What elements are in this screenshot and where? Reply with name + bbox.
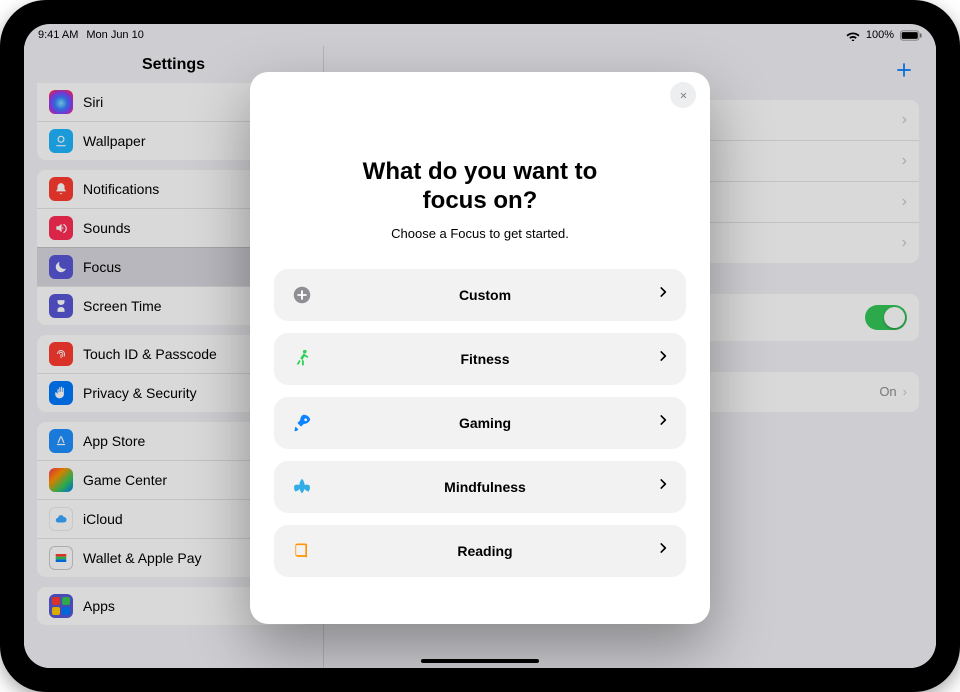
close-button[interactable] xyxy=(670,82,696,108)
modal-title-line2: focus on? xyxy=(423,187,538,214)
chevron-right-icon xyxy=(656,477,670,496)
focus-option-label: Gaming xyxy=(326,415,644,431)
screen: 9:41 AM Mon Jun 10 100% Settings xyxy=(24,24,936,668)
modal-title-line1: What do you want to xyxy=(363,158,598,185)
modal-title: What do you want to focus on? xyxy=(290,158,670,216)
focus-option-label: Fitness xyxy=(326,351,644,367)
focus-option-custom[interactable]: Custom xyxy=(274,269,686,321)
focus-option-list: Custom Fitness xyxy=(250,247,710,587)
chevron-right-icon xyxy=(656,413,670,432)
focus-option-reading[interactable]: Reading xyxy=(274,525,686,577)
chevron-right-icon xyxy=(656,541,670,560)
focus-option-label: Custom xyxy=(326,287,644,303)
plus-circle-icon xyxy=(290,283,314,307)
chevron-right-icon xyxy=(656,349,670,368)
rocket-icon xyxy=(290,411,314,435)
lotus-icon xyxy=(290,475,314,499)
focus-option-fitness[interactable]: Fitness xyxy=(274,333,686,385)
book-icon xyxy=(290,539,314,563)
focus-option-mindfulness[interactable]: Mindfulness xyxy=(274,461,686,513)
running-icon xyxy=(290,347,314,371)
focus-picker-modal: What do you want to focus on? Choose a F… xyxy=(250,72,710,624)
chevron-right-icon xyxy=(656,285,670,304)
device-bezel: 9:41 AM Mon Jun 10 100% Settings xyxy=(0,0,960,692)
home-indicator[interactable] xyxy=(421,659,539,663)
focus-option-label: Mindfulness xyxy=(326,479,644,495)
modal-subtitle: Choose a Focus to get started. xyxy=(290,226,670,241)
focus-option-label: Reading xyxy=(326,543,644,559)
focus-option-gaming[interactable]: Gaming xyxy=(274,397,686,449)
